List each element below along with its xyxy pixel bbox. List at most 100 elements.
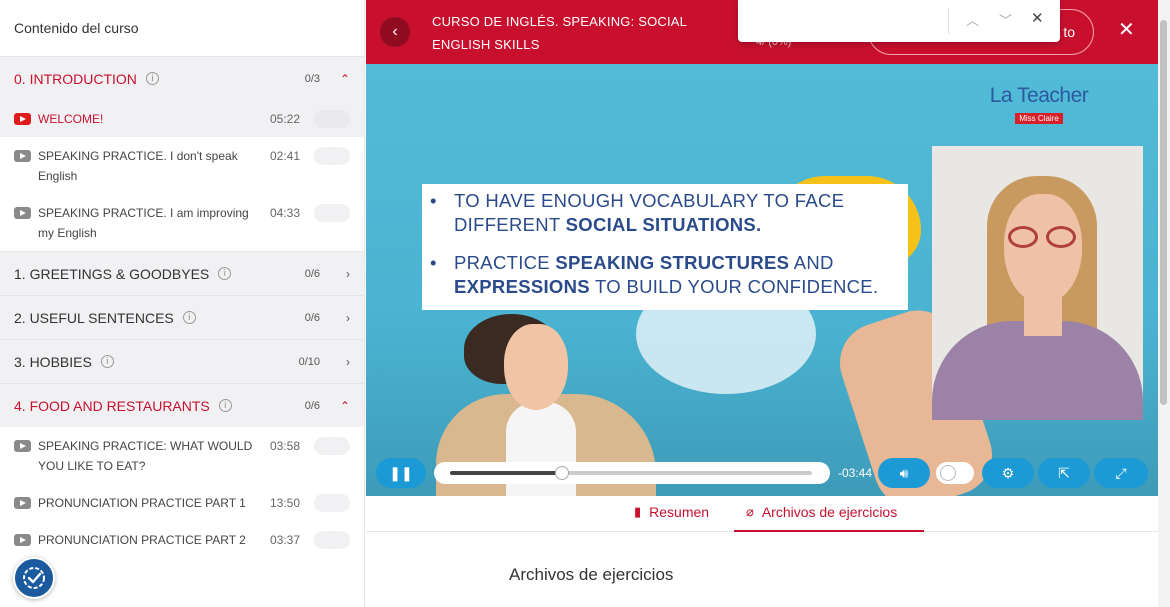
pause-button[interactable]: ❚❚ <box>376 458 426 488</box>
section-name: 1. GREETINGS & GOODBYES <box>14 265 210 282</box>
page-scrollbar[interactable] <box>1158 0 1170 607</box>
seek-track <box>450 466 812 480</box>
slide-text: AND <box>789 252 834 273</box>
lesson-item[interactable]: PRONUNCIATION PRACTICE PART 2 03:37 <box>0 521 364 558</box>
video-play-icon <box>14 207 31 219</box>
lesson-title: SPEAKING PRACTICE: WHAT WOULD YOU LIKE T… <box>38 439 253 473</box>
tab-resumen[interactable]: ▮ Resumen <box>622 504 721 532</box>
video-controls: ❚❚ -03:44 🔊︎ ⚙ ⇱ ⤢ <box>366 455 1158 496</box>
lesson-duration: 03:58 <box>270 439 301 453</box>
video-play-icon <box>14 440 31 452</box>
lesson-complete-toggle[interactable] <box>314 204 350 222</box>
video-play-icon <box>14 113 31 125</box>
course-sidebar: Contenido del curso 0. INTRODUCTION i 0/… <box>0 0 365 607</box>
fullscreen-icon: ⤢ <box>1115 464 1127 481</box>
video-player[interactable]: • TO HAVE ENOUGH VOCABULARY TO FACE DIFFE… <box>366 64 1158 496</box>
section-count: 0/10 <box>298 355 320 368</box>
chevron-up-icon[interactable]: ⌃ <box>330 72 350 86</box>
fullscreen-button[interactable]: ⤢ <box>1094 458 1148 488</box>
lesson-complete-toggle[interactable] <box>314 437 350 455</box>
find-bar: ︿ ﹀ ✕ <box>738 0 1060 42</box>
seek-handle[interactable] <box>555 466 570 480</box>
slide-text: DIFFERENT <box>454 214 566 235</box>
section-food-restaurants[interactable]: 4. FOOD AND RESTAURANTS i 0/6 ⌃ <box>0 383 364 427</box>
info-icon[interactable]: i <box>218 399 232 412</box>
lesson-duration: 13:50 <box>270 496 301 510</box>
lesson-title: SPEAKING PRACTICE. I don't speak English <box>38 149 238 183</box>
lesson-complete-toggle[interactable] <box>314 531 350 549</box>
popout-button[interactable]: ⇱ <box>1038 458 1090 488</box>
info-icon[interactable]: i <box>218 267 232 280</box>
section-name: 2. USEFUL SENTENCES <box>14 309 174 326</box>
section-introduction[interactable]: 0. INTRODUCTION i 0/3 ⌃ <box>0 56 364 100</box>
tab-archivos[interactable]: ⌀ Archivos de ejercicios <box>734 504 924 532</box>
lesson-duration: 02:41 <box>270 149 301 163</box>
section-greetings[interactable]: 1. GREETINGS & GOODBYES i 0/6 › <box>0 251 364 295</box>
scrollbar-thumb[interactable] <box>1160 20 1167 405</box>
slide-text-bold: EXPRESSIONS <box>454 276 590 297</box>
course-title: CURSO DE INGLÉS. SPEAKING: SOCIAL ENGLIS… <box>432 14 687 52</box>
teacher-video-inset <box>932 146 1143 420</box>
lesson-complete-toggle[interactable] <box>314 147 350 165</box>
close-icon[interactable]: ✕ <box>1031 9 1044 27</box>
video-toggle-switch[interactable] <box>936 462 974 484</box>
slide-line: TO HAVE ENOUGH VOCABULARY TO FACE <box>454 190 845 211</box>
volume-button[interactable]: 🔊︎ <box>878 458 930 488</box>
lesson-complete-toggle[interactable] <box>314 494 350 512</box>
main-panel: ‹ CURSO DE INGLÉS. SPEAKING: SOCIAL ENGL… <box>366 0 1158 607</box>
video-play-icon <box>14 150 31 162</box>
section-useful-sentences[interactable]: 2. USEFUL SENTENCES i 0/6 › <box>0 295 364 339</box>
lesson-title: PRONUNCIATION PRACTICE PART 1 <box>38 496 246 510</box>
info-icon[interactable]: i <box>100 355 114 368</box>
chevron-up-icon[interactable]: ⌃ <box>330 399 350 413</box>
lesson-title: PRONUNCIATION PRACTICE PART 2 <box>38 533 246 547</box>
info-icon[interactable]: i <box>145 72 159 85</box>
lesson-item[interactable]: SPEAKING PRACTICE. I don't speak English… <box>0 137 364 194</box>
chevron-up-icon[interactable]: ︿ <box>966 10 979 29</box>
slide-text: TO BUILD YOUR CONFIDENCE. <box>589 276 879 297</box>
chevron-right-icon[interactable]: › <box>330 311 350 325</box>
sidebar-title: Contenido del curso <box>0 0 364 56</box>
lesson-duration: 04:33 <box>270 206 301 220</box>
content-heading: Archivos de ejercicios <box>509 565 674 584</box>
external-link-icon: ⇱ <box>1058 464 1070 481</box>
logo-title: La Teacher <box>989 84 1089 107</box>
gear-icon: ⚙ <box>1001 464 1015 481</box>
document-icon: ▮ <box>634 504 642 519</box>
slide-text-box: • TO HAVE ENOUGH VOCABULARY TO FACE DIFFE… <box>422 184 908 310</box>
section-hobbies[interactable]: 3. HOBBIES i 0/10 › <box>0 339 364 383</box>
section-name: 3. HOBBIES <box>14 353 92 370</box>
video-play-icon <box>14 497 31 509</box>
time-remaining: -03:44 <box>838 466 873 480</box>
chevron-right-icon[interactable]: › <box>330 267 350 281</box>
lesson-item[interactable]: SPEAKING PRACTICE: WHAT WOULD YOU LIKE T… <box>0 427 364 484</box>
lesson-item[interactable]: SPEAKING PRACTICE. I am improving my Eng… <box>0 194 364 251</box>
lesson-complete-toggle[interactable] <box>314 110 350 128</box>
paperclip-icon: ⌀ <box>746 504 754 519</box>
section-count: 0/3 <box>304 72 320 85</box>
settings-button[interactable]: ⚙ <box>982 458 1034 488</box>
seek-progress <box>450 471 563 475</box>
info-icon[interactable]: i <box>182 311 196 324</box>
close-icon[interactable]: ✕ <box>1118 20 1135 40</box>
chevron-left-icon: ‹ <box>392 23 398 40</box>
slide-text: PRACTICE <box>454 252 556 273</box>
section-count: 0/6 <box>304 399 320 412</box>
chevron-down-icon[interactable]: ﹀ <box>999 10 1012 29</box>
teacher-logo: La Teacher Miss Claire <box>986 84 1092 126</box>
seek-bar[interactable] <box>434 462 830 484</box>
lesson-item-welcome[interactable]: WELCOME! 05:22 <box>0 100 364 137</box>
lesson-duration: 03:37 <box>270 533 301 547</box>
accessibility-badge-icon[interactable] <box>13 557 55 599</box>
slide-text-bold: SOCIAL SITUATIONS. <box>565 214 762 235</box>
back-button[interactable]: ‹ <box>380 17 410 47</box>
section-count: 0/6 <box>304 311 320 324</box>
section-name: 0. INTRODUCTION <box>14 70 137 87</box>
tab-label: Resumen <box>649 504 710 520</box>
chevron-right-icon[interactable]: › <box>330 355 350 369</box>
slide-text-bold: SPEAKING STRUCTURES <box>555 252 790 273</box>
section-name: 4. FOOD AND RESTAURANTS <box>14 397 210 414</box>
logo-subtitle: Miss Claire <box>1015 113 1063 124</box>
lesson-item[interactable]: PRONUNCIATION PRACTICE PART 1 13:50 <box>0 484 364 521</box>
video-play-icon <box>14 534 31 546</box>
